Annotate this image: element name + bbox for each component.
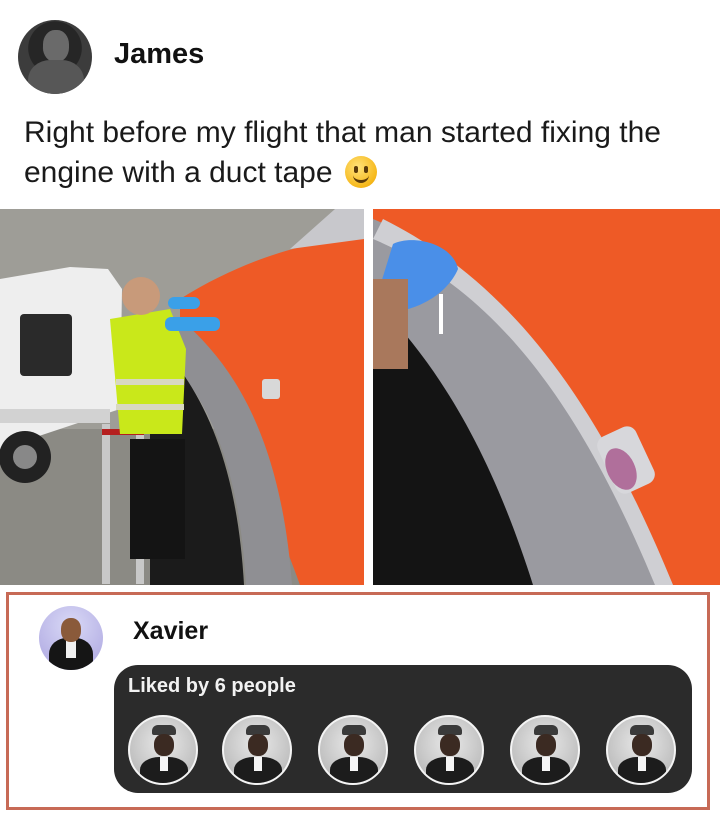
author-avatar[interactable] bbox=[18, 20, 92, 94]
author-name[interactable]: James bbox=[114, 38, 204, 71]
liker-avatar[interactable] bbox=[414, 715, 484, 785]
commenter-avatar[interactable] bbox=[39, 606, 103, 670]
photo-duct-tape-closeup[interactable] bbox=[373, 209, 720, 585]
likes-label[interactable]: Liked by 6 people bbox=[128, 675, 296, 698]
post-header: James bbox=[18, 20, 204, 94]
liker-avatar[interactable] bbox=[222, 715, 292, 785]
liker-avatar[interactable] bbox=[606, 715, 676, 785]
post-photos bbox=[0, 209, 720, 585]
comment-card: Xavier Liked by 6 people bbox=[6, 592, 710, 810]
post-text: Right before my flight that man started … bbox=[24, 113, 684, 193]
liker-avatar[interactable] bbox=[128, 715, 198, 785]
post-text-content: Right before my flight that man started … bbox=[24, 116, 661, 189]
likes-panel: Liked by 6 people bbox=[114, 665, 692, 793]
liker-avatar[interactable] bbox=[510, 715, 580, 785]
smiley-emoji-icon bbox=[344, 156, 377, 188]
commenter-name[interactable]: Xavier bbox=[133, 617, 208, 646]
photo-worker-taping-engine[interactable] bbox=[0, 209, 364, 585]
liker-avatar[interactable] bbox=[318, 715, 388, 785]
